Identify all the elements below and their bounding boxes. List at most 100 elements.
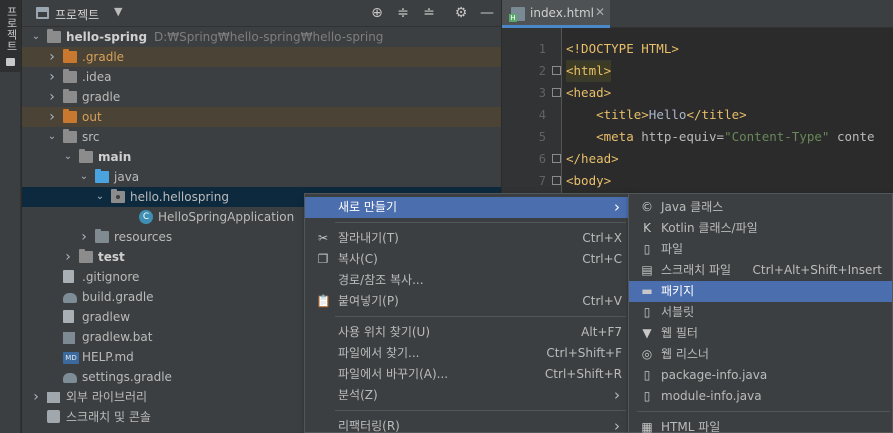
menu-item-label: 잘라내기(T) bbox=[338, 231, 399, 245]
gradle-icon bbox=[63, 373, 77, 383]
tree-item-label: settings.gradle bbox=[82, 370, 172, 384]
expand-all-icon[interactable]: ≑ bbox=[394, 4, 412, 22]
chevron-right-icon[interactable]: › bbox=[62, 247, 74, 267]
menu-item[interactable]: 파일에서 찾기... Ctrl+Shift+F bbox=[305, 343, 628, 364]
tab-label: index.html bbox=[530, 6, 594, 20]
listener-icon: ◎ bbox=[641, 347, 653, 361]
tree-item-label: java bbox=[114, 170, 140, 184]
locate-icon[interactable]: ⊕ bbox=[368, 4, 386, 22]
java-class-icon: © bbox=[641, 200, 653, 214]
chevron-down-icon[interactable]: ⌄ bbox=[78, 167, 90, 187]
tree-item-label: HelloSpringApplication bbox=[158, 210, 295, 224]
folder-icon bbox=[6, 58, 15, 66]
tree-item[interactable]: ⌄ main bbox=[22, 147, 501, 167]
tree-item[interactable]: ⌄ hello-spring D:₩Spring₩hello-spring₩hell… bbox=[22, 27, 501, 47]
scratch-file-icon: ▤ bbox=[641, 263, 653, 277]
scissors-icon: ✂ bbox=[317, 231, 329, 245]
tree-item-label: .idea bbox=[82, 70, 112, 84]
chevron-right-icon[interactable]: › bbox=[46, 47, 58, 67]
menu-item[interactable]: ▬ 패키지 bbox=[629, 281, 892, 302]
tree-item[interactable]: ⌄ java bbox=[22, 167, 501, 187]
menu-item[interactable]: 파일에서 바꾸기(A)... Ctrl+Shift+R bbox=[305, 364, 628, 385]
tree-item[interactable]: ⌄ src bbox=[22, 127, 501, 147]
chevron-right-icon[interactable]: › bbox=[30, 387, 42, 407]
menu-item[interactable]: ✂ 잘라내기(T) Ctrl+X bbox=[305, 228, 628, 249]
java-file-icon: ▯ bbox=[643, 389, 651, 403]
gear-icon[interactable]: ⚙ bbox=[452, 4, 470, 22]
menu-item[interactable]: 경로/참조 복사... bbox=[305, 270, 628, 291]
tree-item-label: 스크래치 및 콘솔 bbox=[66, 410, 151, 424]
html-file-icon: H bbox=[509, 7, 525, 22]
menu-item-label: Java 클래스 bbox=[661, 200, 724, 214]
menu-item[interactable]: ▤ 스크래치 파일 Ctrl+Alt+Shift+Insert bbox=[629, 260, 892, 281]
close-icon[interactable]: ✕ bbox=[595, 5, 605, 19]
menu-item-label: 복사(C) bbox=[338, 252, 378, 266]
tree-item[interactable]: › gradle bbox=[22, 87, 501, 107]
tab-index-html[interactable]: H index.html ✕ bbox=[502, 0, 610, 28]
tree-item-label: 외부 라이브러리 bbox=[66, 390, 148, 404]
menu-item-label: 서블릿 bbox=[661, 305, 695, 319]
menu-item[interactable]: ▯ package-info.java bbox=[629, 365, 892, 386]
line-number: 3 bbox=[538, 86, 546, 100]
folder-icon bbox=[63, 89, 77, 103]
menu-separator bbox=[637, 411, 890, 412]
collapse-all-icon[interactable]: ≐ bbox=[420, 4, 438, 22]
menu-item[interactable]: ▯ 서블릿 bbox=[629, 302, 892, 323]
code-line: <!DOCTYPE HTML> bbox=[566, 41, 679, 56]
minimize-icon[interactable]: — bbox=[478, 4, 496, 22]
menu-item-label: 파일에서 바꾸기(A)... bbox=[338, 367, 449, 381]
chevron-down-icon[interactable]: ⌄ bbox=[30, 27, 42, 47]
chevron-right-icon[interactable]: › bbox=[46, 107, 58, 127]
menu-item[interactable]: 분석(Z) › bbox=[305, 385, 628, 406]
chevron-right-icon[interactable]: › bbox=[46, 87, 58, 107]
library-icon bbox=[47, 392, 60, 403]
tree-item-label: hello.hellospring bbox=[130, 190, 229, 204]
menu-item-label: 웹 리스너 bbox=[661, 347, 709, 361]
servlet-icon: ▯ bbox=[643, 305, 651, 319]
menu-item-label: package-info.java bbox=[661, 368, 768, 382]
tree-item[interactable]: › out bbox=[22, 107, 501, 127]
paste-icon: 📋 bbox=[316, 294, 331, 308]
menu-item[interactable]: 리팩터링(R) › bbox=[305, 416, 628, 433]
chevron-down-icon[interactable]: ▼ bbox=[114, 5, 122, 18]
project-tool-tab[interactable]: 프로젝트 bbox=[0, 0, 21, 72]
tree-item-label: src bbox=[82, 130, 100, 144]
folder-icon bbox=[79, 149, 93, 163]
markdown-icon: MD bbox=[63, 352, 79, 364]
tree-item[interactable]: › .idea bbox=[22, 67, 501, 87]
menu-item[interactable]: K Kotlin 클래스/파일 bbox=[629, 218, 892, 239]
menu-item-label: 사용 위치 찾기(U) bbox=[338, 325, 431, 339]
fold-marker-icon[interactable] bbox=[552, 176, 561, 185]
menu-item[interactable]: ❐ 복사(C) Ctrl+C bbox=[305, 249, 628, 270]
menu-item[interactable]: © Java 클래스 bbox=[629, 197, 892, 218]
menu-item[interactable]: ▦ HTML 파일 bbox=[629, 417, 892, 433]
filter-icon: ▼ bbox=[642, 326, 652, 340]
fold-marker-icon[interactable] bbox=[552, 66, 561, 75]
file-icon bbox=[63, 270, 74, 283]
tree-item[interactable]: › .gradle bbox=[22, 47, 501, 67]
tree-item-label: out bbox=[82, 110, 102, 124]
chevron-down-icon[interactable]: ⌄ bbox=[62, 147, 74, 167]
package-icon bbox=[111, 189, 125, 203]
menu-item[interactable]: 새로 만들기 › bbox=[305, 197, 628, 218]
chevron-right-icon[interactable]: › bbox=[78, 227, 90, 247]
project-panel-title[interactable]: 프로젝트 bbox=[55, 6, 99, 23]
menu-item[interactable]: 📋 붙여넣기(P) Ctrl+V bbox=[305, 291, 628, 312]
menu-item[interactable]: ◎ 웹 리스너 bbox=[629, 344, 892, 365]
folder-icon bbox=[63, 129, 77, 143]
fold-marker-icon[interactable] bbox=[552, 154, 561, 163]
fold-marker-icon[interactable] bbox=[552, 88, 561, 97]
chevron-down-icon[interactable]: ⌄ bbox=[94, 187, 106, 207]
html-file-icon-letter: H bbox=[509, 14, 517, 22]
menu-item-shortcut: Ctrl+V bbox=[582, 294, 622, 308]
file-icon: ▯ bbox=[643, 242, 651, 256]
html-file-icon: ▦ bbox=[641, 420, 653, 433]
menu-item[interactable]: ▯ 파일 bbox=[629, 239, 892, 260]
folder-icon bbox=[63, 69, 77, 83]
chevron-right-icon[interactable]: › bbox=[46, 67, 58, 87]
menu-item[interactable]: ▼ 웹 필터 bbox=[629, 323, 892, 344]
chevron-down-icon[interactable]: ⌄ bbox=[46, 127, 58, 147]
menu-item[interactable]: ▯ module-info.java bbox=[629, 386, 892, 407]
menu-item-shortcut: Ctrl+Shift+F bbox=[546, 346, 622, 360]
menu-item[interactable]: 사용 위치 찾기(U) Alt+F7 bbox=[305, 322, 628, 343]
